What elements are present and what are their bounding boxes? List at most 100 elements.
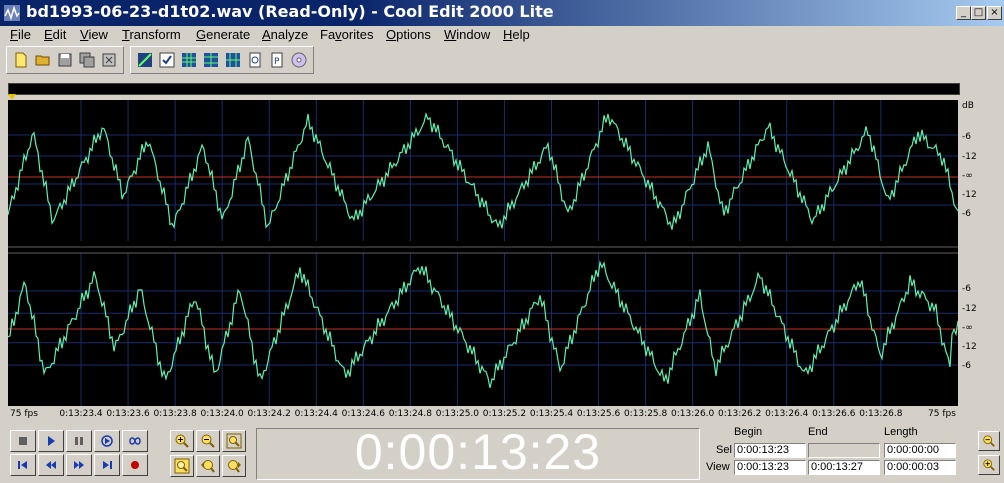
db-label-ch2: -6 <box>962 361 971 371</box>
time-tick-label: 0:13:25.8 <box>623 409 668 419</box>
menu-transform[interactable]: Transform <box>122 27 181 42</box>
time-tick-label: 0:13:23.8 <box>153 409 197 419</box>
loop-icon <box>129 437 141 445</box>
close-file-icon <box>102 53 116 67</box>
fast-forward-icon <box>74 461 84 469</box>
page-button[interactable] <box>245 50 265 70</box>
fps-label-start: 75 fps <box>10 409 38 419</box>
open-folder-button[interactable] <box>33 50 53 70</box>
fast-forward-button[interactable] <box>66 454 92 476</box>
checkmark-icon <box>159 52 175 68</box>
db-label-ch1: -6 <box>962 209 971 219</box>
menu-file[interactable]: File <box>10 27 31 42</box>
grid-view-alt-icon <box>204 53 218 67</box>
cd-button[interactable] <box>289 50 309 70</box>
pause-button[interactable] <box>66 430 92 452</box>
zoom-left-icon <box>201 460 215 473</box>
menu-view[interactable]: View <box>80 27 108 42</box>
new-file-button[interactable] <box>11 50 31 70</box>
record-button[interactable] <box>122 454 148 476</box>
go-to-start-button[interactable] <box>10 454 36 476</box>
begin-header: Begin <box>734 426 763 438</box>
time-tick-label: 0:13:25.6 <box>576 409 621 419</box>
vertical-zoom-out-button[interactable] <box>978 431 1000 451</box>
fps-label-end: 75 fps <box>928 409 956 419</box>
split-view-button[interactable] <box>223 50 243 70</box>
menu-help[interactable]: Help <box>503 27 530 42</box>
time-tick-label: 0:13:24.0 <box>200 409 244 419</box>
time-tick-label: 0:13:26.2 <box>718 409 762 419</box>
sel-begin-field[interactable]: 0:00:13:23 <box>734 443 806 458</box>
save-all-icon <box>79 52 95 68</box>
db-label-ch2: -12 <box>962 304 977 314</box>
time-tick-label: 0:13:23.4 <box>59 409 103 419</box>
play-icon <box>48 436 55 446</box>
waveform-channel-2 <box>7 260 959 389</box>
sel-end-field[interactable] <box>808 443 880 458</box>
zoom-left-button[interactable] <box>196 455 220 477</box>
close-file-button[interactable] <box>99 50 119 70</box>
zoom-selection-button[interactable] <box>170 455 194 477</box>
zoom-in-button[interactable] <box>170 430 194 452</box>
view-length-field: 0:00:00:03 <box>884 460 956 475</box>
time-tick-label: 0:13:23.6 <box>106 409 150 419</box>
zoom-in-icon <box>175 434 189 448</box>
loop-button[interactable] <box>122 430 148 452</box>
current-time: 0:00:13:23 <box>354 424 602 480</box>
go-to-start-icon <box>18 461 27 469</box>
go-to-end-icon <box>103 461 112 469</box>
save-button[interactable] <box>55 50 75 70</box>
pause-icon <box>75 437 83 445</box>
text-page-button[interactable]: P <box>267 50 287 70</box>
file-toolbar-group <box>6 46 124 74</box>
menu-favorites[interactable]: Favorites <box>320 27 373 42</box>
grid-view-alt-button[interactable] <box>201 50 221 70</box>
sel-length-field[interactable]: 0:00:00:00 <box>884 443 956 458</box>
waveform-toggle-button[interactable] <box>135 50 155 70</box>
transport-controls <box>8 428 168 480</box>
view-end-field: 0:00:13:27 <box>808 460 880 475</box>
rewind-button[interactable] <box>38 454 64 476</box>
menu-window[interactable]: Window <box>444 27 490 42</box>
menu-options[interactable]: Options <box>386 27 431 42</box>
db-label-ch1: -12 <box>962 190 977 200</box>
record-icon <box>131 461 139 469</box>
zoom-out-button[interactable] <box>196 430 220 452</box>
menu-analyze[interactable]: Analyze <box>262 27 308 42</box>
db-label-ch1: -6 <box>962 132 971 142</box>
close-button[interactable]: × <box>987 6 1002 20</box>
zoom-right-button[interactable] <box>222 455 246 477</box>
stop-button[interactable] <box>10 430 36 452</box>
minimize-button[interactable]: _ <box>956 6 971 20</box>
time-tick-label: 0:13:24.8 <box>388 409 432 419</box>
db-unit-label: dB <box>962 101 974 111</box>
page-icon <box>249 52 261 68</box>
window-title: bd1993-06-23-d1t02.wav (Read-Only) - Coo… <box>26 2 554 21</box>
grid-view-icon <box>182 53 196 67</box>
zoom-full-button[interactable] <box>222 430 246 452</box>
db-scale: dB -6 -12 -∞ -12 -6 -6 -12 -∞ -12 -6 <box>958 100 1004 406</box>
grid-view-button[interactable] <box>179 50 199 70</box>
zoom-selection-icon <box>174 458 190 474</box>
overview-bar[interactable] <box>8 83 960 95</box>
maximize-button[interactable]: □ <box>971 6 986 20</box>
play-to-end-button[interactable] <box>94 430 120 452</box>
zoom-right-icon <box>228 460 241 473</box>
time-tick-label: 0:13:26.4 <box>765 409 809 419</box>
waveform-display[interactable] <box>7 100 959 406</box>
waveform-svg <box>7 100 959 406</box>
go-to-end-button[interactable] <box>94 454 120 476</box>
db-label-ch1: -∞ <box>962 171 973 181</box>
length-header: Length <box>884 426 918 438</box>
menu-edit[interactable]: Edit <box>44 27 66 42</box>
time-tick-label: 0:13:25.2 <box>482 409 527 419</box>
play-button[interactable] <box>38 430 64 452</box>
time-tick-label: 0:13:25.4 <box>529 409 574 419</box>
db-label-ch2: -6 <box>962 284 971 294</box>
menu-generate[interactable]: Generate <box>196 27 250 42</box>
time-tick-label: 0:13:24.4 <box>294 409 338 419</box>
save-all-button[interactable] <box>77 50 97 70</box>
checkmark-button[interactable] <box>157 50 177 70</box>
time-ruler[interactable]: 75 fps 75 fps 0:13:23.4 0:13:23.6 0:13:23.… <box>8 406 958 422</box>
vertical-zoom-in-button[interactable] <box>978 455 1000 475</box>
